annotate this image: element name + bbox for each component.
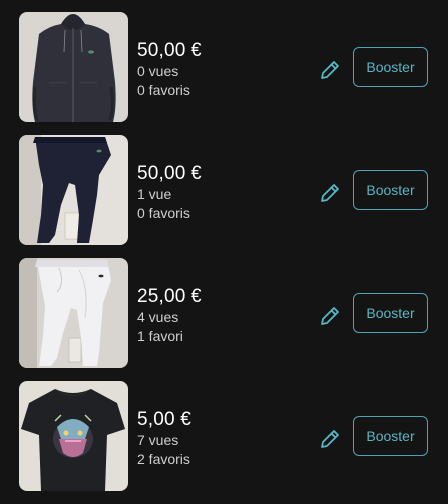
listing-list: 50,00 € 0 vues 0 favoris Booster 50,00 €… — [0, 12, 448, 504]
item-photo-sweatpants-white[interactable] — [19, 258, 128, 368]
item-favorites: 2 favoris — [137, 451, 190, 467]
booster-button[interactable]: Booster — [353, 47, 428, 87]
item-views: 1 vue — [137, 186, 172, 202]
item-info: 25,00 € 4 vues 1 favori — [137, 286, 202, 346]
pencil-icon[interactable] — [318, 304, 342, 328]
pencil-icon[interactable] — [318, 427, 342, 451]
item-photo-sweatpants-dark[interactable] — [19, 135, 128, 245]
booster-button[interactable]: Booster — [353, 416, 428, 456]
listing-item[interactable]: 50,00 € 0 vues 0 favoris Booster — [0, 12, 448, 135]
booster-button[interactable]: Booster — [353, 170, 428, 210]
item-favorites: 1 favori — [137, 328, 183, 344]
item-info: 50,00 € 1 vue 0 favoris — [137, 163, 202, 223]
item-favorites: 0 favoris — [137, 82, 190, 98]
item-price: 50,00 € — [137, 40, 202, 61]
item-info: 5,00 € 7 vues 2 favoris — [137, 409, 191, 469]
listing-item[interactable]: 5,00 € 7 vues 2 favoris Booster — [0, 381, 448, 504]
booster-button[interactable]: Booster — [353, 293, 428, 333]
listing-item[interactable]: 25,00 € 4 vues 1 favori Booster — [0, 258, 448, 381]
item-favorites: 0 favoris — [137, 205, 190, 221]
item-price: 50,00 € — [137, 163, 202, 184]
listing-item[interactable]: 50,00 € 1 vue 0 favoris Booster — [0, 135, 448, 258]
item-price: 25,00 € — [137, 286, 202, 307]
item-photo-hoodie[interactable] — [19, 12, 128, 122]
item-info: 50,00 € 0 vues 0 favoris — [137, 40, 202, 100]
item-views: 7 vues — [137, 432, 179, 448]
pencil-icon[interactable] — [318, 181, 342, 205]
item-views: 4 vues — [137, 309, 179, 325]
item-price: 5,00 € — [137, 409, 192, 430]
pencil-icon[interactable] — [318, 58, 342, 82]
item-views: 0 vues — [137, 63, 179, 79]
item-photo-tshirt[interactable] — [19, 381, 128, 491]
